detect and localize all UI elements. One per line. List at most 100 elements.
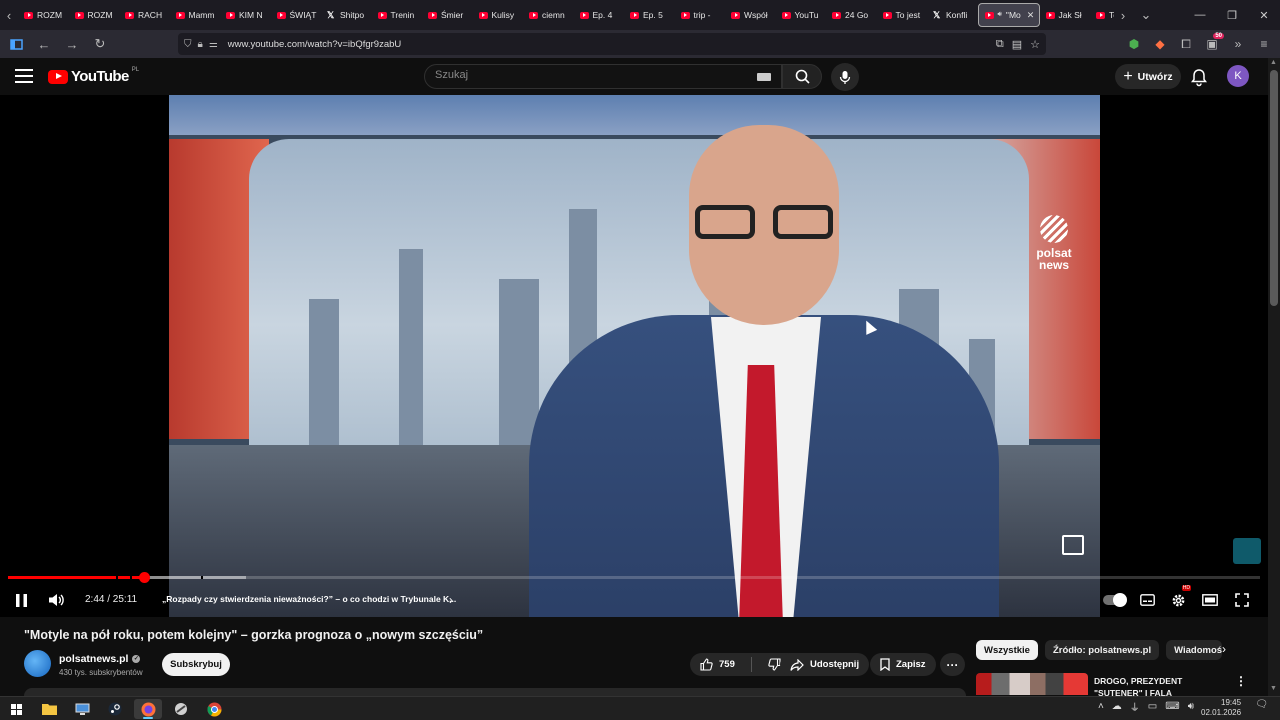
back-icon[interactable]: ← xyxy=(32,32,56,56)
browser-tab[interactable]: Kulisy xyxy=(473,3,524,27)
search-input[interactable] xyxy=(435,69,735,81)
browser-tab[interactable]: Jak Sł xyxy=(1040,3,1091,27)
search-button[interactable] xyxy=(782,64,822,89)
browser-tab[interactable]: Ep. 4 xyxy=(574,3,625,27)
browser-tab[interactable]: ROZM xyxy=(18,3,69,27)
theater-mode-button[interactable] xyxy=(1200,588,1220,612)
browser-tab[interactable]: Współ xyxy=(725,3,776,27)
restore-icon[interactable]: ❐ xyxy=(1216,0,1248,30)
permissions-icon[interactable]: ⚌ xyxy=(209,39,218,50)
create-button[interactable]: + Utwórz xyxy=(1115,64,1181,89)
close-window-icon[interactable]: ✕ xyxy=(1248,0,1280,30)
browser-tab[interactable]: ROZM xyxy=(69,3,120,27)
chip-news[interactable]: Wiadomości xyxy=(1166,640,1223,660)
chapter-title[interactable]: „Rozpady czy stwierdzenia nieważności?” … xyxy=(162,594,456,604)
guide-menu-icon[interactable] xyxy=(15,69,33,83)
picture-in-picture-icon[interactable]: ⧉ xyxy=(996,38,1004,51)
browser-tab[interactable]: ŚWIĄT xyxy=(271,3,322,27)
browser-tab[interactable]: To je xyxy=(1090,3,1114,27)
tab-audio-icon[interactable]: 🔊︎ xyxy=(998,11,1002,19)
file-explorer-button[interactable] xyxy=(35,699,63,719)
app-button[interactable] xyxy=(167,699,195,719)
monitor-app-button[interactable] xyxy=(68,699,96,719)
address-bar[interactable]: ⛉ 🔒︎ ⚌ www.youtube.com/watch?v=ibQfgr9za… xyxy=(178,33,1046,55)
recommended-video-thumbnail[interactable] xyxy=(976,673,1088,695)
steam-button[interactable] xyxy=(101,699,129,719)
video-player[interactable]: polsat news 2:44 / 25:11 „Rozpady czy st… xyxy=(0,95,1268,617)
bookmark-star-icon[interactable]: ☆ xyxy=(1030,38,1040,51)
subscribe-button[interactable]: Subskrybuj xyxy=(162,653,230,676)
more-actions-button[interactable]: ··· xyxy=(940,653,965,676)
speaker-icon[interactable]: 🔊︎ xyxy=(1188,701,1194,712)
tab-scroll-left-icon[interactable]: ‹ xyxy=(0,0,18,30)
chrome-button[interactable] xyxy=(200,699,228,719)
channel-avatar[interactable] xyxy=(24,650,51,677)
browser-tab[interactable]: 𝕏 Shitpo xyxy=(321,3,372,27)
progress-scrubber-handle[interactable] xyxy=(138,572,150,583)
voice-search-button[interactable] xyxy=(831,63,859,91)
network-icon[interactable]: ⌨ xyxy=(1165,701,1179,712)
taskbar-clock[interactable]: 19:45 02.01.2026 xyxy=(1201,698,1241,718)
chapter-chevron-icon[interactable]: › xyxy=(446,588,456,612)
lock-icon[interactable]: 🔒︎ xyxy=(198,39,203,50)
virtual-keyboard-icon[interactable] xyxy=(757,73,771,81)
browser-tab[interactable]: 𝕏 Konfli xyxy=(927,3,978,27)
mini-player-hint-icon[interactable] xyxy=(1062,535,1084,555)
channel-branding-watermark[interactable] xyxy=(1233,538,1261,564)
autoplay-toggle[interactable] xyxy=(1103,593,1127,607)
scrollbar-thumb[interactable] xyxy=(1270,70,1278,306)
tab-close-icon[interactable]: ✕ xyxy=(1027,10,1035,21)
browser-tab[interactable]: Trenin xyxy=(372,3,423,27)
browser-tab[interactable]: Ep. 5 xyxy=(624,3,675,27)
progress-bar[interactable] xyxy=(8,572,1260,583)
chips-next-chevron-icon[interactable]: › xyxy=(1222,642,1226,656)
page-scrollbar[interactable]: ▲ ▼ xyxy=(1268,58,1280,696)
video-frame[interactable] xyxy=(169,95,1100,617)
minimize-icon[interactable]: — xyxy=(1184,0,1216,30)
extensions-puzzle-icon[interactable]: ⧠ xyxy=(1176,32,1196,56)
forward-icon[interactable]: → xyxy=(60,32,84,56)
save-button[interactable]: Zapisz xyxy=(870,653,936,676)
chip-source[interactable]: Źródło: polsatnews.pl xyxy=(1044,640,1160,660)
browser-tab[interactable]: 🔊︎ "Mo ✕ xyxy=(977,3,1040,27)
app-menu-icon[interactable]: ≡ xyxy=(1254,32,1274,56)
browser-tab[interactable]: YouTu xyxy=(776,3,827,27)
channel-name[interactable]: polsatnews.pl xyxy=(59,653,128,665)
tracking-protection-icon[interactable]: ⛉ xyxy=(184,39,192,50)
sidebar-toggle-icon[interactable] xyxy=(4,32,28,56)
subtitles-button[interactable] xyxy=(1137,588,1157,612)
browser-tab[interactable]: Mamm xyxy=(170,3,221,27)
description-box[interactable] xyxy=(24,688,966,696)
fox-extension-icon[interactable]: ◆ xyxy=(1150,32,1170,56)
settings-button[interactable]: HD xyxy=(1168,585,1191,612)
reader-view-icon[interactable]: ▤ xyxy=(1012,38,1022,51)
share-button[interactable]: Udostępnij xyxy=(780,653,870,676)
browser-tab[interactable]: ciemn xyxy=(523,3,574,27)
reload-icon[interactable]: ↻ xyxy=(88,32,112,56)
notifications-bell-icon[interactable] xyxy=(1189,67,1209,87)
notification-icon[interactable]: 🗨︎ xyxy=(1255,699,1268,710)
account-avatar[interactable]: K xyxy=(1227,65,1249,87)
tab-scroll-right-icon[interactable]: › xyxy=(1114,0,1132,30)
tab-list-dropdown-icon[interactable]: ⌄ xyxy=(1132,0,1160,30)
like-button[interactable]: 759 xyxy=(690,653,745,676)
chip-all[interactable]: Wszystkie xyxy=(976,640,1038,660)
browser-tab[interactable]: trip - xyxy=(675,3,726,27)
display-icon[interactable]: ▭ xyxy=(1148,701,1157,712)
browser-tab[interactable]: 24 Go xyxy=(826,3,877,27)
cloud-icon[interactable]: ☁ xyxy=(1112,701,1122,712)
scroll-down-icon[interactable]: ▼ xyxy=(1270,685,1277,692)
pause-button[interactable] xyxy=(10,588,32,612)
firefox-button[interactable] xyxy=(134,699,162,719)
shield-extension-icon[interactable]: ⬢ xyxy=(1124,32,1144,56)
url-text[interactable]: www.youtube.com/watch?v=ibQfgr9zabU xyxy=(228,39,401,50)
scroll-up-icon[interactable]: ▲ xyxy=(1270,59,1277,66)
browser-tab[interactable]: RACH xyxy=(119,3,170,27)
fullscreen-button[interactable] xyxy=(1232,588,1252,612)
volume-button[interactable] xyxy=(45,588,67,612)
usb-icon[interactable]: ⏚ xyxy=(1130,699,1140,714)
browser-tab[interactable]: KIM N xyxy=(220,3,271,27)
recommended-video-menu-icon[interactable]: ⋮ xyxy=(1235,674,1247,688)
browser-tab[interactable]: To jest xyxy=(877,3,928,27)
browser-tab[interactable]: Śmier xyxy=(422,3,473,27)
